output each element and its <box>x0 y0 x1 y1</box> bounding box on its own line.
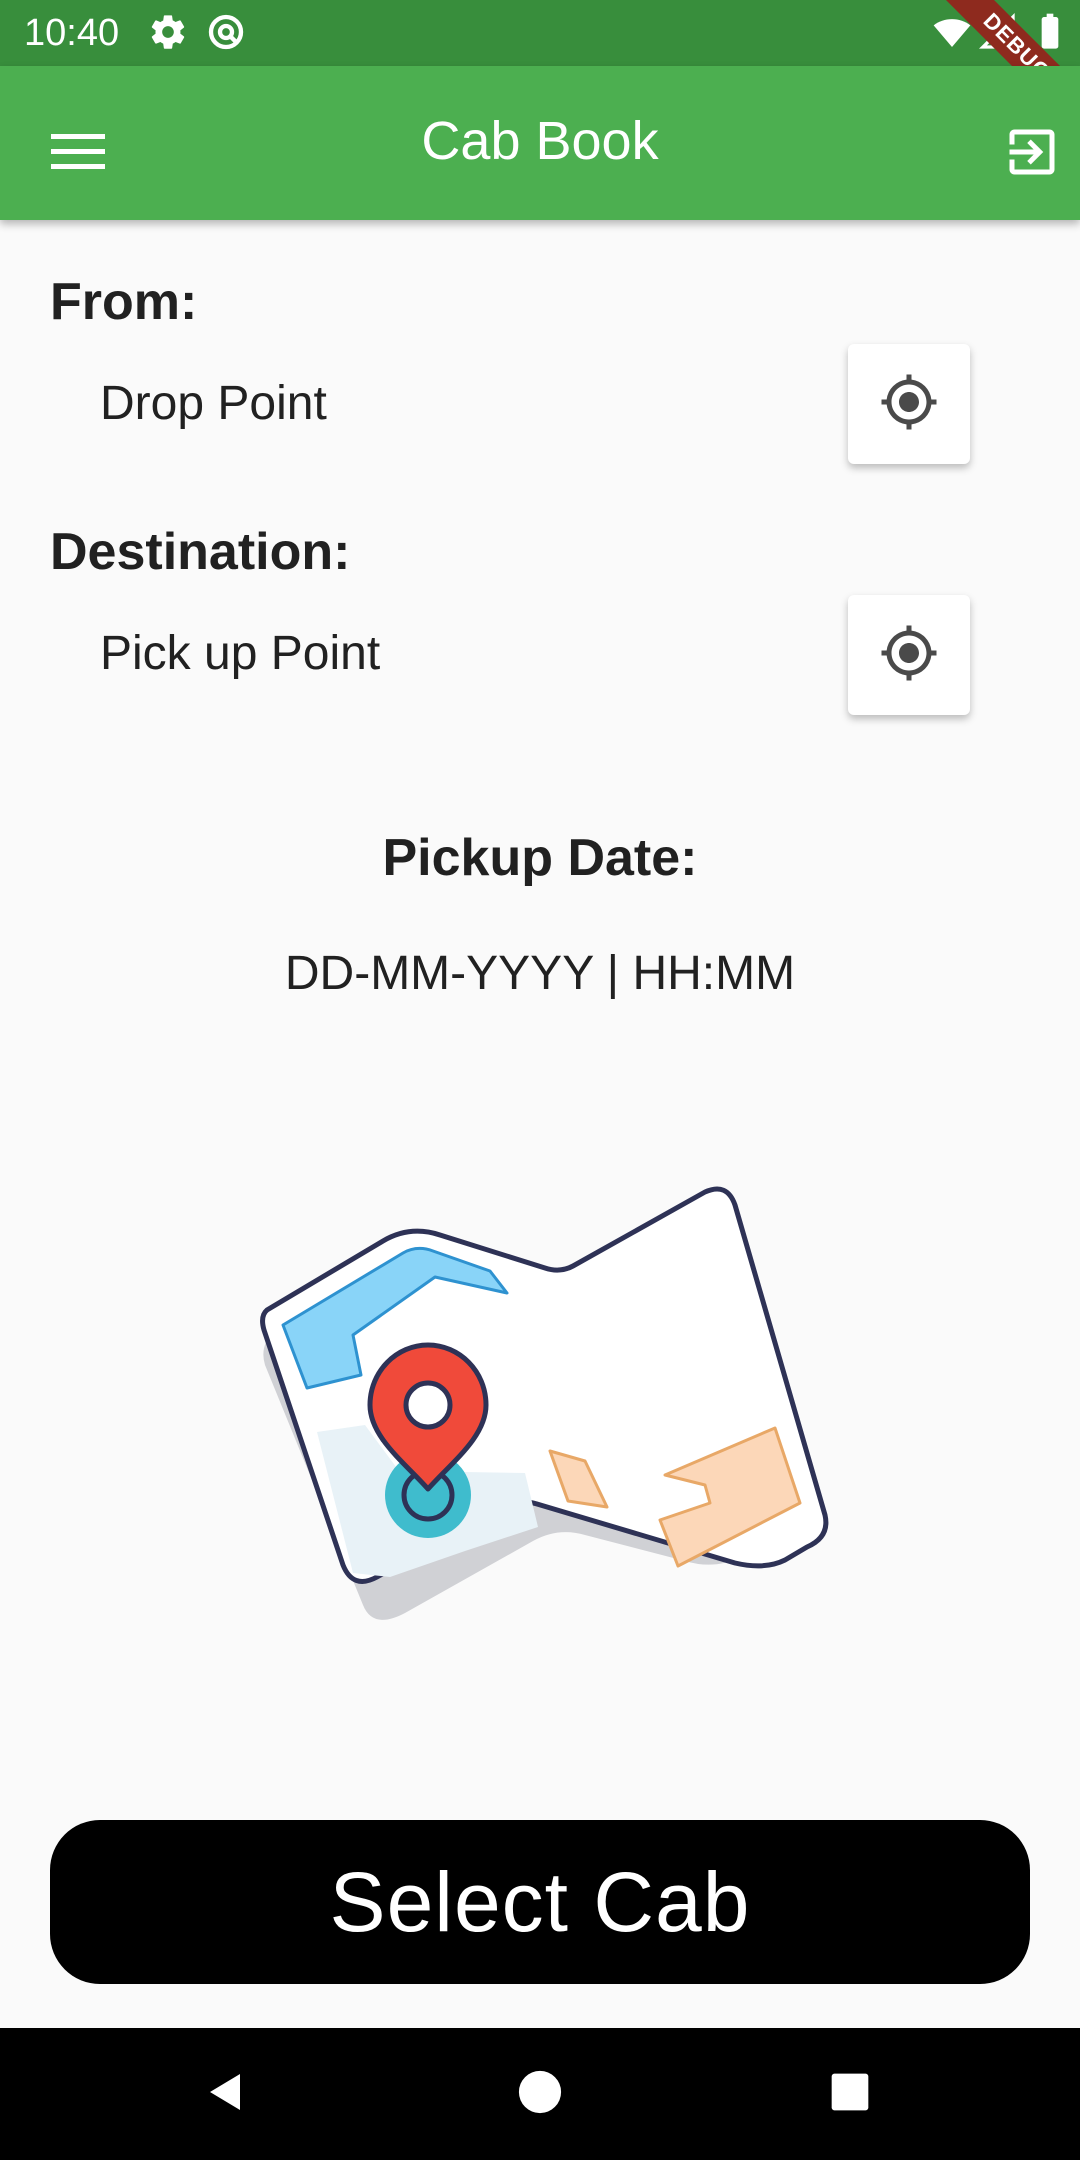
home-icon <box>517 2069 563 2120</box>
destination-label: Destination: <box>50 523 351 581</box>
my-location-icon <box>879 372 939 437</box>
recents-icon <box>828 2070 872 2119</box>
map-with-pin-icon <box>255 1185 835 1675</box>
app-bar: Cab Book <box>0 66 1080 220</box>
from-field[interactable]: Drop Point <box>100 376 327 431</box>
at-sign-icon <box>206 12 246 52</box>
select-cab-button[interactable]: Select Cab <box>50 1820 1030 1984</box>
from-label: From: <box>50 273 198 331</box>
settings-icon <box>148 12 188 52</box>
recents-button[interactable] <box>810 2054 890 2134</box>
status-time: 10:40 <box>24 12 120 54</box>
logout-button[interactable] <box>984 106 1080 202</box>
pickup-date-field[interactable]: DD-MM-YYYY | HH:MM <box>0 946 1080 1001</box>
back-icon <box>202 2068 250 2121</box>
from-locate-button[interactable] <box>848 344 970 464</box>
destination-locate-button[interactable] <box>848 595 970 715</box>
status-bar: 10:40 DEBUG <box>0 0 1080 141</box>
system-nav-bar <box>0 2028 1080 2160</box>
destination-field[interactable]: Pick up Point <box>100 626 380 681</box>
pickup-date-label: Pickup Date: <box>382 829 698 887</box>
logout-icon <box>1002 122 1062 187</box>
app-title: Cab Book <box>421 111 659 171</box>
back-button[interactable] <box>186 2054 266 2134</box>
my-location-icon <box>879 623 939 688</box>
home-button[interactable] <box>500 2054 580 2134</box>
